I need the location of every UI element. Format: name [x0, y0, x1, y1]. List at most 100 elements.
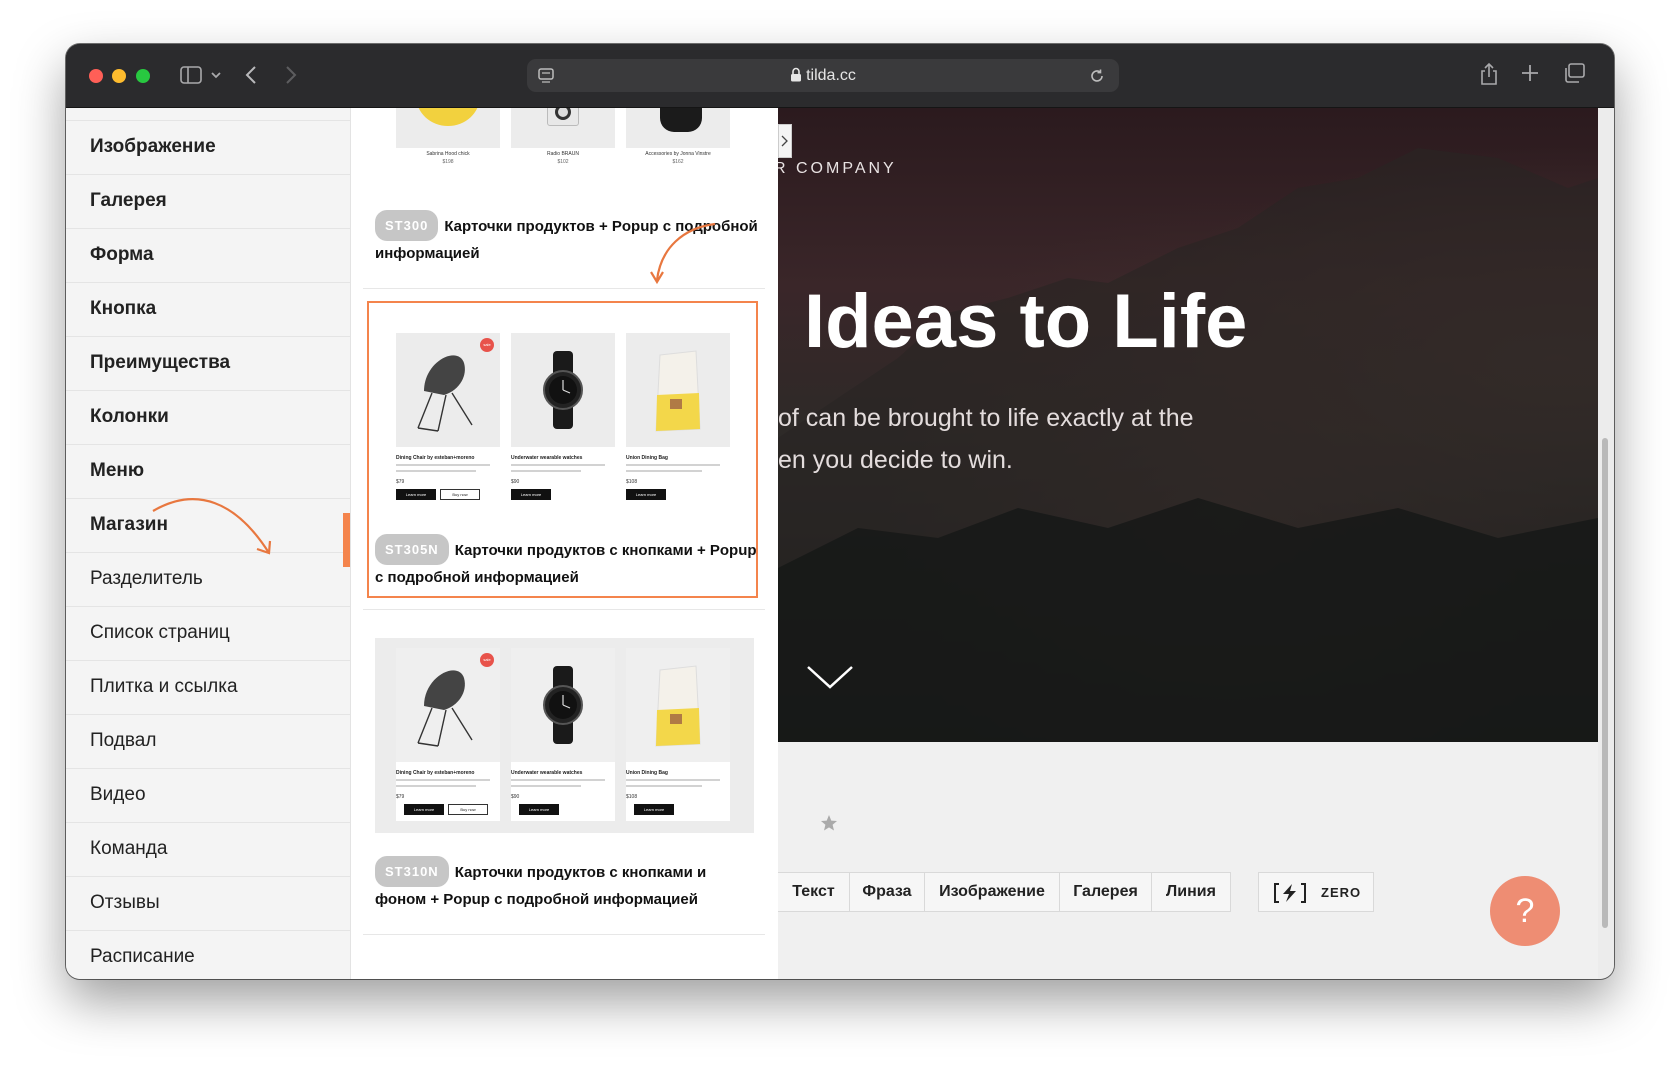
help-button[interactable]: ? — [1490, 876, 1560, 946]
product-name: Radio BRAUN — [547, 151, 579, 157]
product-name: Sabrina Hood chick — [426, 151, 470, 157]
learn-more-button[interactable]: Learn more — [626, 489, 666, 500]
product-name: Accessories by Jonna Vinstre — [645, 151, 711, 157]
forward-icon[interactable] — [284, 64, 298, 90]
zero-block-button[interactable]: ZERO — [1258, 872, 1374, 912]
scrollbar-thumb[interactable] — [1602, 438, 1608, 928]
sidebar-item-image[interactable]: Изображение — [66, 120, 350, 174]
product-name: Dining Chair by esteban+moreno — [396, 455, 475, 461]
block-code-badge: ST305N — [375, 534, 449, 565]
browser-toolbar: tilda.cc — [66, 44, 1614, 108]
product-description — [626, 785, 702, 787]
product-description — [396, 785, 476, 787]
product-name: Dining Chair by esteban+moreno — [396, 770, 475, 776]
product-image — [626, 648, 730, 762]
sidebar-item-tiles[interactable]: Плитка и ссылка — [66, 660, 350, 714]
product-price: $162 — [672, 159, 684, 165]
learn-more-button[interactable]: Learn more — [511, 489, 551, 500]
pointer-arrow-icon — [152, 498, 272, 555]
block-title: ST310N Карточки продуктов с кнопками и фо… — [375, 856, 760, 912]
sale-badge: sale — [480, 338, 494, 352]
address-bar[interactable]: tilda.cc — [527, 59, 1119, 92]
sidebar-item-footer[interactable]: Подвал — [66, 714, 350, 768]
product-price: $108 — [626, 479, 638, 485]
sidebar-item-gallery[interactable]: Галерея — [66, 174, 350, 228]
buy-now-button[interactable]: Buy now — [440, 489, 480, 500]
sidebar-item-button[interactable]: Кнопка — [66, 282, 350, 336]
learn-more-button[interactable]: Learn more — [396, 489, 436, 500]
new-tab-icon[interactable] — [1521, 64, 1539, 86]
product-name: Underwater wearable watches — [511, 770, 583, 776]
bag-icon — [655, 665, 701, 747]
sidebar-item-label: Разделитель — [90, 568, 203, 589]
product-description — [396, 470, 476, 472]
product-description — [626, 470, 702, 472]
minimize-window-button[interactable] — [112, 69, 126, 83]
pointer-arrow-icon — [650, 222, 716, 285]
scrollbar[interactable] — [1598, 108, 1614, 979]
product-name: Union Dining Bag — [626, 455, 668, 461]
product-description — [626, 779, 720, 781]
close-window-button[interactable] — [89, 69, 103, 83]
sidebar-item-menu[interactable]: Меню — [66, 444, 350, 498]
product-description — [511, 779, 605, 781]
sidebar-item-features[interactable]: Преимущества — [66, 336, 350, 390]
buy-now-button[interactable]: Buy now — [448, 804, 488, 815]
block-title: ST305N Карточки продуктов с кнопками + Po… — [375, 534, 760, 590]
learn-more-button[interactable]: Learn more — [404, 804, 444, 815]
lock-icon — [790, 67, 802, 87]
block-code-badge: ST310N — [375, 856, 449, 887]
sidebar-item-team[interactable]: Команда — [66, 822, 350, 876]
scroll-down-arrow-icon[interactable] — [806, 663, 854, 691]
share-icon[interactable] — [1479, 62, 1499, 90]
panel-collapse-handle[interactable] — [778, 124, 792, 158]
sidebar-item-form[interactable]: Форма — [66, 228, 350, 282]
sidebar-item-label: Видео — [90, 784, 146, 805]
tab-overview-icon[interactable] — [1563, 63, 1585, 87]
chevron-right-icon — [781, 135, 788, 147]
add-line-block-button[interactable]: Линия — [1151, 872, 1231, 912]
product-card: Underwater wearable watches $90 Learn mo… — [511, 333, 615, 506]
sidebar-item-label: Колонки — [90, 406, 169, 427]
product-description — [626, 464, 720, 466]
reload-icon[interactable] — [1088, 67, 1106, 90]
product-image — [396, 108, 500, 148]
product-description — [511, 785, 581, 787]
active-item-indicator — [343, 513, 350, 567]
add-gallery-block-button[interactable]: Галерея — [1059, 872, 1152, 912]
sidebar-item-label: Подвал — [90, 730, 157, 751]
zoom-window-button[interactable] — [136, 69, 150, 83]
sidebar-item-label: Меню — [90, 460, 145, 481]
page-content: Изображение Галерея Форма Кнопка Преимущ… — [66, 108, 1614, 979]
divider — [363, 609, 765, 610]
back-icon[interactable] — [244, 64, 258, 90]
sidebar-item-label: Преимущества — [90, 352, 231, 373]
divider — [363, 934, 765, 935]
block-list-panel: Sabrina Hood chick $198 Radio BRAUN $102… — [351, 108, 778, 979]
product-image — [626, 333, 730, 447]
learn-more-button[interactable]: Learn more — [519, 804, 559, 815]
learn-more-button[interactable]: Learn more — [634, 804, 674, 815]
product-name: Underwater wearable watches — [511, 455, 583, 461]
bag-icon — [655, 350, 701, 432]
product-price: $108 — [626, 794, 638, 800]
add-text-block-button[interactable]: Текст — [778, 872, 850, 912]
sidebar-item-columns[interactable]: Колонки — [66, 390, 350, 444]
product-description — [511, 470, 581, 472]
hero-subtitle: of can be brought to life exactly at the — [778, 404, 1194, 432]
sidebar-item-video[interactable]: Видео — [66, 768, 350, 822]
sidebar-item-page-list[interactable]: Список страниц — [66, 606, 350, 660]
add-phrase-block-button[interactable]: Фраза — [849, 872, 925, 912]
add-image-block-button[interactable]: Изображение — [924, 872, 1060, 912]
product-image — [626, 108, 730, 148]
url-label: tilda.cc — [806, 67, 856, 84]
star-icon[interactable] — [820, 814, 838, 832]
chevron-down-icon[interactable] — [210, 66, 222, 88]
sidebar-toggle-icon[interactable] — [180, 66, 202, 88]
sidebar-item-reviews[interactable]: Отзывы — [66, 876, 350, 930]
watch-icon — [543, 351, 583, 429]
sidebar-item-schedule[interactable]: Расписание — [66, 930, 350, 979]
product-image — [511, 333, 615, 447]
product-price: $90 — [511, 794, 520, 800]
hero-cover: R COMPANY Ideas to Life of can be brough… — [778, 108, 1598, 742]
